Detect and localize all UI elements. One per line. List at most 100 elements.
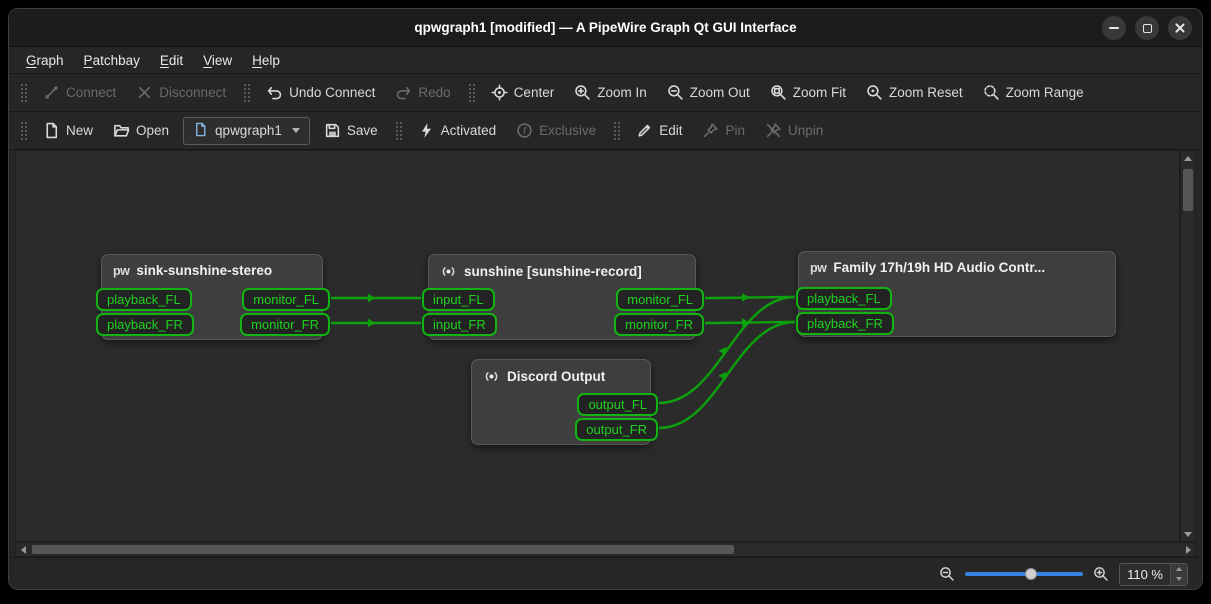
app-window: qpwgraph1 [modified] — A PipeWire Graph … [8,8,1203,590]
close-button[interactable] [1168,16,1192,40]
zoom-out-button[interactable]: Zoom Out [657,78,760,107]
port-monitor-fr[interactable]: monitor_FR [240,313,330,336]
minimize-button[interactable] [1102,16,1126,40]
vertical-scroll-thumb[interactable] [1183,169,1193,211]
center-icon [491,84,508,101]
open-button[interactable]: Open [103,116,179,145]
zoom-slider[interactable] [965,566,1083,582]
zoom-spinbox[interactable]: 110 % [1119,563,1188,586]
toolbar-handle[interactable] [394,120,402,142]
redo-button[interactable]: Redo [385,78,460,107]
pencil-icon [636,122,653,139]
connect-button[interactable]: Connect [33,78,126,107]
scroll-up-button[interactable] [1181,151,1195,165]
scroll-down-button[interactable] [1181,527,1195,541]
zoom-reset-icon [866,84,883,101]
node-sunshine-record[interactable]: sunshine [sunshine-record] input_FL inpu… [428,254,696,340]
node-header: sunshine [sunshine-record] [429,255,695,284]
toolbar-handle[interactable] [467,82,475,104]
window-title: qpwgraph1 [modified] — A PipeWire Graph … [414,20,796,35]
redo-label: Redo [418,85,450,100]
zoom-spin-buttons [1170,564,1187,585]
edit-button[interactable]: Edit [626,116,692,145]
menu-view[interactable]: View [194,50,241,71]
port-playback-fl[interactable]: playback_FL [96,288,192,311]
graph-canvas[interactable]: pw sink-sunshine-stereo playback_FL play… [15,150,1180,542]
exclusive-button[interactable]: f Exclusive [506,116,606,145]
port-monitor-fl[interactable]: monitor_FL [242,288,330,311]
toolbar-handle[interactable] [242,82,250,104]
port-monitor-fr[interactable]: monitor_FR [614,313,704,336]
zoom-slider-handle[interactable] [1025,568,1037,580]
toolbar-handle[interactable] [19,82,27,104]
zoom-fit-button[interactable]: Zoom Fit [760,78,856,107]
zoom-reset-button[interactable]: Zoom Reset [856,78,973,107]
port-monitor-fl[interactable]: monitor_FL [616,288,704,311]
undo-connect-label: Undo Connect [289,85,375,100]
new-button[interactable]: New [33,116,103,145]
menu-patchbay[interactable]: Patchbay [75,50,149,71]
zoom-range-icon [983,84,1000,101]
node-discord-output[interactable]: Discord Output output_FL output_FR [471,359,651,445]
node-header: pw Family 17h/19h HD Audio Contr... [799,252,1115,279]
exclusive-icon: f [516,122,533,139]
scroll-right-button[interactable] [1181,543,1195,557]
menu-graph[interactable]: Graph [17,50,73,71]
zoom-spin-up-button[interactable] [1171,564,1187,575]
zoom-fit-icon [770,84,787,101]
zoom-in-icon[interactable] [1093,566,1109,582]
zoom-spin-down-button[interactable] [1171,574,1187,585]
node-header: pw sink-sunshine-stereo [102,255,322,282]
zoom-out-icon[interactable] [939,566,955,582]
port-input-fl[interactable]: input_FL [422,288,495,311]
zoom-reset-label: Zoom Reset [889,85,963,100]
save-icon [324,122,341,139]
connect-icon [43,84,60,101]
node-sink-sunshine-stereo[interactable]: pw sink-sunshine-stereo playback_FL play… [101,254,323,340]
zoom-range-label: Zoom Range [1006,85,1084,100]
menu-help[interactable]: Help [243,50,289,71]
pin-button[interactable]: Pin [692,116,755,145]
maximize-button[interactable] [1135,16,1159,40]
chevron-down-icon [292,128,300,133]
activated-button[interactable]: Activated [408,116,507,145]
zoom-range-button[interactable]: Zoom Range [973,78,1094,107]
scroll-left-button[interactable] [16,543,30,557]
unpin-label: Unpin [788,123,823,138]
port-output-fr[interactable]: output_FR [575,418,658,441]
zoom-value[interactable]: 110 % [1120,567,1170,582]
stream-icon [440,263,457,280]
center-button[interactable]: Center [481,78,565,107]
center-label: Center [514,85,555,100]
port-output-fl[interactable]: output_FL [577,393,658,416]
exclusive-label: Exclusive [539,123,596,138]
disconnect-button[interactable]: Disconnect [126,78,236,107]
node-family-hd-audio[interactable]: pw Family 17h/19h HD Audio Contr... play… [798,251,1116,337]
port-playback-fl[interactable]: playback_FL [796,287,892,310]
horizontal-scroll-thumb[interactable] [32,545,734,554]
titlebar[interactable]: qpwgraph1 [modified] — A PipeWire Graph … [9,9,1202,47]
new-file-icon [43,122,60,139]
port-playback-fr[interactable]: playback_FR [96,313,194,336]
zoom-in-button[interactable]: Zoom In [564,78,657,107]
vertical-scrollbar[interactable] [1180,150,1196,542]
horizontal-scrollbar[interactable] [15,542,1196,557]
pin-label: Pin [725,123,745,138]
menu-edit[interactable]: Edit [151,50,192,71]
lightning-icon [418,122,435,139]
redo-icon [395,84,412,101]
window-controls [1102,16,1192,40]
connect-label: Connect [66,85,116,100]
close-icon [1174,22,1186,34]
unpin-button[interactable]: Unpin [755,116,833,145]
port-playback-fr[interactable]: playback_FR [796,312,894,335]
patchbay-select[interactable]: qpwgraph1 [183,117,310,145]
patchbay-file-icon [193,122,208,140]
undo-connect-button[interactable]: Undo Connect [256,78,385,107]
toolbar-handle[interactable] [19,120,27,142]
pipewire-icon: pw [113,264,129,278]
port-input-fr[interactable]: input_FR [422,313,497,336]
toolbar-handle[interactable] [612,120,620,142]
node-title: sunshine [sunshine-record] [464,264,642,279]
save-button[interactable]: Save [314,116,388,145]
